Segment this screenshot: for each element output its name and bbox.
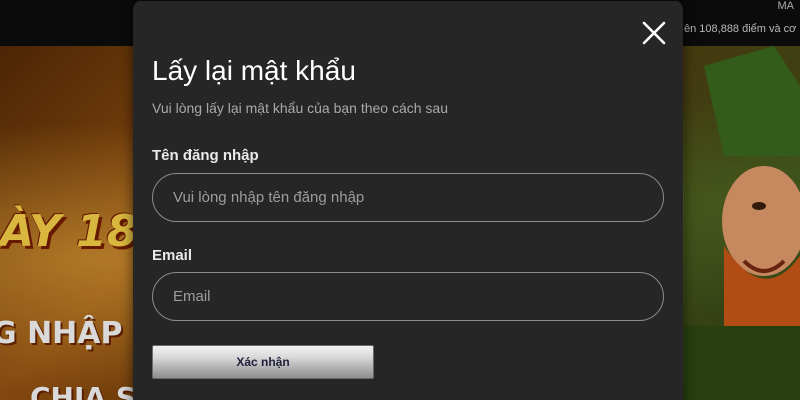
submit-button[interactable]: Xác nhận xyxy=(152,345,374,379)
email-label: Email xyxy=(152,247,193,264)
forgot-password-dialog: Lấy lại mật khẩu Vui lòng lấy lại mật kh… xyxy=(133,1,683,400)
close-icon xyxy=(642,21,666,45)
close-button[interactable] xyxy=(640,19,668,47)
dialog-title: Lấy lại mật khẩu xyxy=(152,55,356,86)
email-input[interactable] xyxy=(152,272,664,321)
username-label: Tên đăng nhập xyxy=(152,147,259,164)
dialog-subtitle: Vui lòng lấy lại mật khẩu của bạn theo c… xyxy=(152,100,449,116)
username-input[interactable] xyxy=(152,173,664,222)
